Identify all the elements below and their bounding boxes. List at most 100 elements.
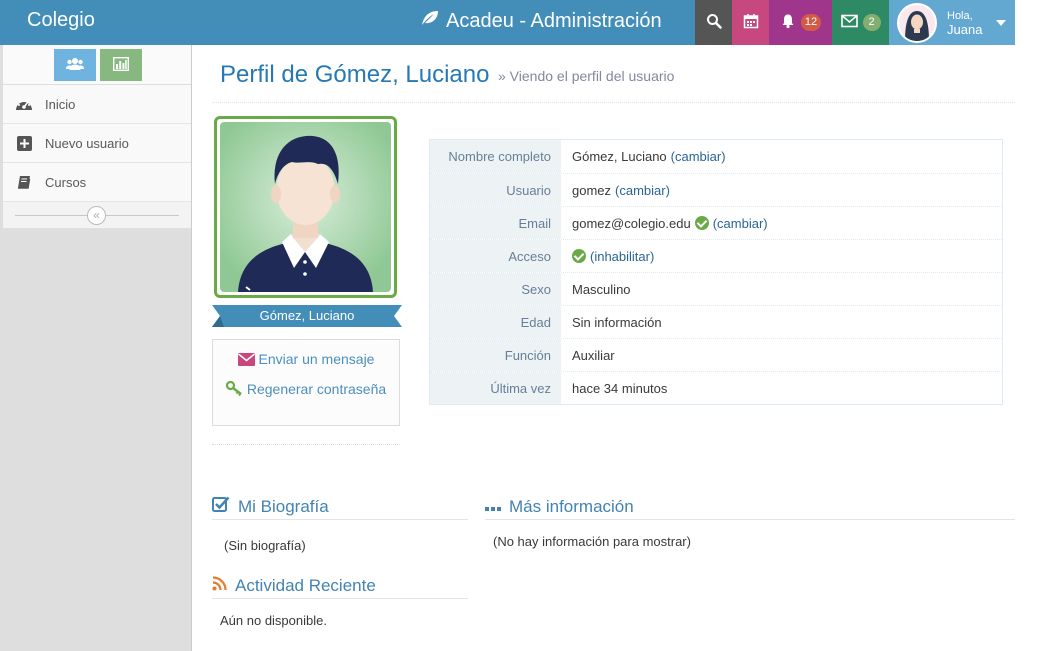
- biography-header: Mi Biografía: [212, 494, 468, 520]
- info-label: Función: [430, 339, 561, 371]
- biography-text: (Sin biografía): [224, 538, 306, 553]
- activity-title: Actividad Reciente: [235, 575, 376, 595]
- info-row-age: Edad Sin información: [430, 305, 1002, 338]
- leaf-icon: [420, 9, 440, 33]
- info-label: Acceso: [430, 240, 561, 272]
- caret-down-icon: [996, 19, 1007, 26]
- shortcut-stats-button[interactable]: [100, 49, 142, 81]
- info-value: gomez@colegio.edu (cambiar): [561, 207, 1002, 239]
- messages-badge: 2: [862, 14, 881, 31]
- change-username-link[interactable]: (cambiar): [615, 174, 670, 207]
- info-row-last-seen: Última vez hace 34 minutos: [430, 371, 1002, 404]
- navbar-spacer: [1015, 0, 1037, 45]
- info-row-email: Email gomez@colegio.edu (cambiar): [430, 206, 1002, 239]
- key-icon: [225, 380, 243, 401]
- sidebar-collapse-bar: «: [3, 202, 191, 229]
- regenerate-password-link[interactable]: Regenerar contraseña: [213, 379, 399, 401]
- bell-icon: [780, 13, 796, 32]
- sidebar: Inicio Nuevo usuario Cursos «: [0, 45, 192, 651]
- sex-value: Masculino: [572, 281, 631, 297]
- info-row-access: Acceso (inhabilitar): [430, 239, 1002, 272]
- sidebar-item-label: Nuevo usuario: [45, 135, 129, 151]
- user-greeting: Hola,: [947, 9, 973, 22]
- brand-center-label[interactable]: Acadeu - Administración: [446, 10, 662, 33]
- info-label: Edad: [430, 306, 561, 338]
- last-seen-value: hace 34 minutos: [572, 380, 668, 396]
- send-message-label: Enviar un mensaje: [258, 351, 375, 367]
- brand-left-label[interactable]: Colegio: [27, 9, 95, 32]
- sidebar-inner: Inicio Nuevo usuario Cursos «: [3, 45, 191, 651]
- profile-info-table: Nombre completo Gómez, Luciano (cambiar)…: [429, 139, 1003, 405]
- info-label: Última vez: [430, 372, 561, 404]
- messages-button[interactable]: 2: [832, 0, 889, 45]
- sidebar-shortcuts: [3, 45, 191, 85]
- more-info-title: Más información: [509, 496, 634, 516]
- search-button[interactable]: [695, 0, 732, 45]
- info-label: Usuario: [430, 174, 561, 206]
- users-icon: [66, 57, 84, 74]
- dashboard-icon: [15, 95, 33, 113]
- brand-center[interactable]: Acadeu - Administración: [420, 9, 662, 33]
- change-name-link[interactable]: (cambiar): [671, 140, 726, 173]
- double-chevron-left-icon: «: [93, 208, 100, 222]
- shortcut-users-button[interactable]: [54, 49, 96, 81]
- collapse-sidebar-button[interactable]: «: [87, 206, 106, 225]
- info-value: hace 34 minutos: [561, 372, 1002, 404]
- book-icon: [15, 173, 33, 191]
- plus-square-icon: [15, 134, 33, 152]
- user-avatar: [897, 2, 937, 43]
- envelope-icon: [840, 14, 858, 31]
- user-menu[interactable]: Hola, Juana: [889, 0, 1015, 45]
- info-value: (inhabilitar): [561, 240, 1002, 272]
- brand-left[interactable]: Colegio: [0, 0, 191, 45]
- rss-icon: [212, 575, 227, 596]
- envelope-icon: [237, 351, 255, 371]
- calendar-icon: [743, 13, 759, 32]
- info-value: Sin información: [561, 306, 1002, 338]
- profile-actions: Enviar un mensaje Regenerar contraseña: [212, 339, 400, 426]
- more-info-header: Más información: [485, 494, 1015, 520]
- biography-title: Mi Biografía: [238, 496, 329, 516]
- sidebar-item-cursos[interactable]: Cursos: [3, 163, 191, 202]
- page-header: Perfil de Gómez, Luciano » Viendo el per…: [212, 58, 1015, 103]
- sidebar-item-label: Cursos: [45, 174, 87, 190]
- activity-header: Actividad Reciente: [212, 573, 468, 599]
- more-info-text: (No hay información para mostrar): [493, 534, 691, 549]
- info-label: Nombre completo: [430, 140, 561, 173]
- info-row-sex: Sexo Masculino: [430, 272, 1002, 305]
- age-value: Sin información: [572, 314, 662, 330]
- regenerate-password-label: Regenerar contraseña: [246, 381, 387, 397]
- sidebar-item-nuevo-usuario[interactable]: Nuevo usuario: [3, 124, 191, 163]
- info-value: Masculino: [561, 273, 1002, 305]
- info-label: Sexo: [430, 273, 561, 305]
- verified-check-icon: [694, 216, 709, 230]
- profile-picture[interactable]: [214, 116, 397, 298]
- page-subtitle: » Viendo el perfil del usuario: [498, 68, 675, 84]
- full-name-value: Gómez, Luciano: [572, 149, 667, 164]
- sidebar-item-label: Inicio: [45, 96, 76, 112]
- info-value: Gómez, Luciano (cambiar): [561, 140, 1002, 173]
- profile-name-ribbon: Gómez, Luciano: [212, 305, 402, 327]
- change-email-link[interactable]: (cambiar): [713, 207, 768, 240]
- info-row-role: Función Auxiliar: [430, 338, 1002, 371]
- access-enabled-check-icon: [572, 249, 586, 263]
- send-message-link[interactable]: Enviar un mensaje: [213, 349, 399, 371]
- sidebar-item-inicio[interactable]: Inicio: [3, 85, 191, 124]
- ellipsis-icon: [485, 497, 501, 517]
- profile-divider: [212, 444, 400, 445]
- calendar-button[interactable]: [732, 0, 769, 45]
- activity-text: Aún no disponible.: [220, 613, 327, 628]
- disable-access-link[interactable]: (inhabilitar): [590, 240, 654, 273]
- notifications-button[interactable]: 12: [769, 0, 832, 45]
- search-icon: [706, 13, 722, 32]
- user-name: Juana: [947, 21, 983, 37]
- role-value: Auxiliar: [572, 347, 615, 363]
- top-navbar: Colegio Acadeu - Administración 12 2 Hol…: [0, 0, 1037, 45]
- profile-display-name: Gómez, Luciano: [259, 308, 355, 323]
- check-square-icon: [212, 496, 230, 517]
- username-value: gomez: [572, 182, 612, 198]
- profile-avatar: [220, 122, 391, 292]
- info-label: Email: [430, 207, 561, 239]
- bar-chart-icon: [112, 56, 130, 74]
- user-greeting-block[interactable]: Hola, Juana: [947, 10, 982, 36]
